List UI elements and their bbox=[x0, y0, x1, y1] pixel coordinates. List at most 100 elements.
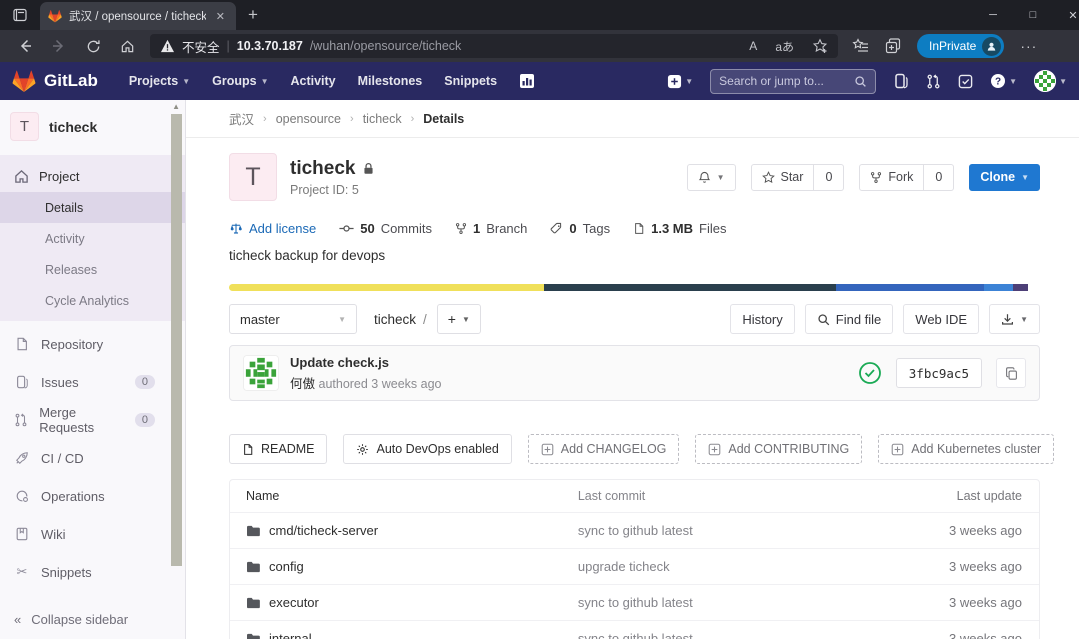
table-row[interactable]: cmd/ticheck-server sync to github latest… bbox=[230, 512, 1039, 548]
search-input[interactable] bbox=[719, 74, 854, 88]
add-favorite-icon[interactable] bbox=[812, 38, 828, 54]
nav-snippets[interactable]: Snippets bbox=[444, 74, 497, 88]
nav-chart-button[interactable] bbox=[519, 73, 535, 89]
sidebar-project-header[interactable]: T ticheck bbox=[0, 100, 185, 155]
readme-button[interactable]: README bbox=[229, 434, 327, 464]
file-name-link[interactable]: executor bbox=[269, 595, 319, 610]
sidebar-item-releases[interactable]: Releases bbox=[0, 254, 185, 285]
collections-icon[interactable] bbox=[885, 38, 901, 54]
breadcrumb-subgroup[interactable]: opensource bbox=[276, 112, 341, 126]
new-tab-button[interactable]: + bbox=[248, 5, 258, 25]
branch-selector[interactable]: master ▼ bbox=[229, 304, 357, 334]
translate-icon[interactable]: aあ bbox=[775, 38, 794, 55]
global-search[interactable] bbox=[710, 69, 876, 94]
read-aloud-icon[interactable]: A bbox=[749, 39, 757, 53]
commit-author[interactable]: 何傲 bbox=[290, 377, 315, 391]
sidebar-item-wiki[interactable]: Wiki bbox=[0, 515, 185, 553]
sidebar-item-merge-requests[interactable]: Merge Requests 0 bbox=[0, 401, 185, 439]
browser-menu-icon[interactable]: ··· bbox=[1020, 38, 1037, 54]
fork-count[interactable]: 0 bbox=[924, 164, 954, 191]
file-name-link[interactable]: internal bbox=[269, 631, 312, 639]
table-row[interactable]: config upgrade ticheck 3 weeks ago bbox=[230, 548, 1039, 584]
nav-groups[interactable]: Groups▼ bbox=[212, 74, 268, 88]
tab-actions-button[interactable] bbox=[0, 7, 40, 23]
nav-projects[interactable]: Projects▼ bbox=[129, 74, 190, 88]
not-secure-warning-icon bbox=[160, 39, 175, 53]
maximize-button[interactable]: □ bbox=[1013, 1, 1053, 29]
sidebar-item-ci-cd[interactable]: CI / CD bbox=[0, 439, 185, 477]
home-button[interactable] bbox=[110, 39, 144, 54]
new-menu-button[interactable]: ▼ bbox=[667, 74, 693, 89]
commits-link[interactable]: 50Commits bbox=[339, 221, 432, 236]
auto-devops-button[interactable]: Auto DevOps enabled bbox=[343, 434, 511, 464]
last-commit-link[interactable]: sync to github latest bbox=[578, 595, 909, 610]
last-commit-link[interactable]: sync to github latest bbox=[578, 523, 909, 538]
sidebar-item-operations[interactable]: Operations bbox=[0, 477, 185, 515]
issues-nav-button[interactable] bbox=[893, 73, 909, 89]
pipeline-passed-icon[interactable] bbox=[858, 361, 882, 385]
download-button[interactable]: ▼ bbox=[989, 304, 1040, 334]
fork-group: Fork 0 bbox=[859, 164, 954, 191]
add-contributing-button[interactable]: Add CONTRIBUTING bbox=[695, 434, 862, 464]
user-menu-button[interactable]: ▼ bbox=[1034, 70, 1067, 92]
browser-tab[interactable]: 武汉 / opensource / ticheck · Gi ✕ bbox=[40, 2, 236, 30]
tree-path-project[interactable]: ticheck bbox=[374, 312, 416, 327]
last-commit-link[interactable]: upgrade ticheck bbox=[578, 559, 909, 574]
close-button[interactable]: ✕ bbox=[1053, 1, 1079, 29]
star-button[interactable]: Star bbox=[751, 164, 815, 191]
add-license-link[interactable]: Add license bbox=[229, 221, 316, 236]
forward-button[interactable] bbox=[42, 38, 76, 54]
file-name-link[interactable]: cmd/ticheck-server bbox=[269, 523, 378, 538]
back-button[interactable] bbox=[8, 38, 42, 54]
branches-link[interactable]: 1Branch bbox=[455, 221, 527, 236]
sidebar-item-activity[interactable]: Activity bbox=[0, 223, 185, 254]
refresh-button[interactable] bbox=[76, 39, 110, 54]
breadcrumb-group[interactable]: 武汉 bbox=[229, 109, 254, 128]
todos-nav-button[interactable] bbox=[958, 74, 973, 89]
address-bar[interactable]: 不安全 | 10.3.70.187/wuhan/opensource/tiche… bbox=[150, 34, 838, 58]
breadcrumb-separator: › bbox=[350, 113, 354, 125]
files-link[interactable]: 1.3 MBFiles bbox=[633, 221, 726, 236]
commit-sha[interactable]: 3fbc9ac5 bbox=[896, 358, 982, 388]
language-bar[interactable] bbox=[229, 284, 1040, 291]
notifications-button[interactable]: ▼ bbox=[687, 164, 736, 191]
last-commit-box: Update check.js 何傲 authored 3 weeks ago … bbox=[229, 345, 1040, 401]
star-count[interactable]: 0 bbox=[814, 164, 844, 191]
favorites-icon[interactable] bbox=[852, 38, 869, 54]
last-commit-link[interactable]: sync to github latest bbox=[578, 631, 909, 639]
sidebar-item-project[interactable]: Project bbox=[0, 160, 185, 192]
add-kubernetes-cluster-button[interactable]: Add Kubernetes cluster bbox=[878, 434, 1054, 464]
history-button[interactable]: History bbox=[730, 304, 794, 334]
tab-close-icon[interactable]: ✕ bbox=[213, 10, 228, 23]
plus-square-icon bbox=[667, 74, 682, 89]
scrollbar-up-arrow[interactable]: ▲ bbox=[172, 102, 180, 111]
copy-sha-button[interactable] bbox=[996, 358, 1026, 388]
add-file-button[interactable]: + ▼ bbox=[437, 304, 481, 334]
sidebar-scrollbar[interactable] bbox=[171, 114, 182, 566]
minimize-button[interactable]: ─ bbox=[973, 1, 1013, 29]
search-icon bbox=[854, 75, 867, 88]
web-ide-button[interactable]: Web IDE bbox=[903, 304, 979, 334]
sidebar-item-snippets[interactable]: ✂ Snippets bbox=[0, 553, 185, 591]
nav-milestones[interactable]: Milestones bbox=[358, 74, 423, 88]
table-row[interactable]: executor sync to github latest 3 weeks a… bbox=[230, 584, 1039, 620]
breadcrumb-project[interactable]: ticheck bbox=[363, 112, 402, 126]
commit-title-link[interactable]: Update check.js bbox=[290, 355, 442, 370]
fork-button[interactable]: Fork bbox=[859, 164, 924, 191]
tags-link[interactable]: 0Tags bbox=[550, 221, 610, 236]
nav-activity[interactable]: Activity bbox=[290, 74, 335, 88]
clone-button[interactable]: Clone ▼ bbox=[969, 164, 1040, 191]
sidebar-item-cycle-analytics[interactable]: Cycle Analytics bbox=[0, 285, 185, 316]
add-changelog-button[interactable]: Add CHANGELOG bbox=[528, 434, 680, 464]
inprivate-badge[interactable]: InPrivate bbox=[917, 34, 1004, 58]
sidebar-item-details[interactable]: Details bbox=[0, 192, 185, 223]
merge-requests-nav-button[interactable] bbox=[926, 74, 941, 89]
sidebar-item-repository[interactable]: Repository bbox=[0, 325, 185, 363]
file-name-link[interactable]: config bbox=[269, 559, 304, 574]
gitlab-brand[interactable]: GitLab bbox=[12, 69, 98, 93]
help-menu-button[interactable]: ? ▼ bbox=[990, 73, 1017, 89]
collapse-sidebar-button[interactable]: « Collapse sidebar bbox=[0, 599, 185, 639]
sidebar-item-issues[interactable]: Issues 0 bbox=[0, 363, 185, 401]
table-row[interactable]: internal sync to github latest 3 weeks a… bbox=[230, 620, 1039, 639]
find-file-button[interactable]: Find file bbox=[805, 304, 894, 334]
